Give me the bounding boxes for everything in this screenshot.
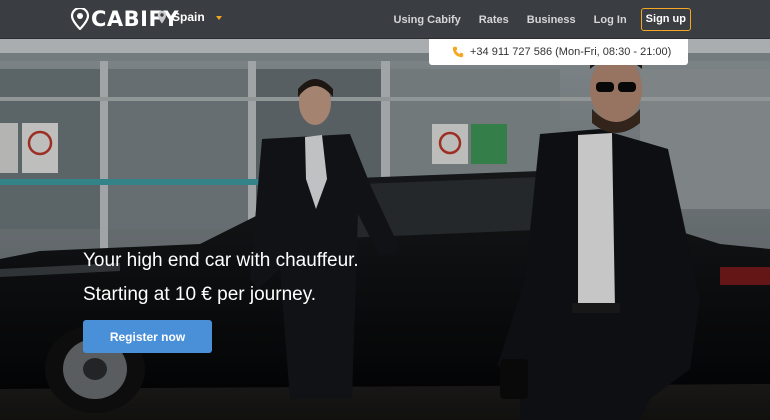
- top-navbar: CABIFY Spain Using Cabify Rates Business…: [0, 0, 770, 39]
- contact-phone-text: +34 911 727 586 (Mon-Fri, 08:30 - 21:00): [470, 46, 672, 58]
- region-label: Spain: [172, 10, 205, 24]
- main-nav: Using Cabify Rates Business Log In Sign …: [394, 0, 770, 39]
- nav-using-cabify[interactable]: Using Cabify: [394, 14, 461, 26]
- hero-subline: Starting at 10 € per journey.: [83, 284, 317, 305]
- region-selector[interactable]: Spain: [157, 10, 222, 24]
- nav-rates[interactable]: Rates: [479, 14, 509, 26]
- contact-phone-box: +34 911 727 586 (Mon-Fri, 08:30 - 21:00): [429, 39, 688, 65]
- logo-pin-icon: [70, 8, 90, 30]
- nav-login[interactable]: Log In: [594, 14, 627, 26]
- hero-section: Your high end car with chauffeur. Starti…: [0, 39, 770, 420]
- signup-button[interactable]: Sign up: [640, 8, 691, 31]
- hero-headline: Your high end car with chauffeur.: [83, 250, 359, 271]
- phone-icon: [452, 46, 464, 58]
- register-now-button[interactable]: Register now: [83, 320, 212, 353]
- chevron-down-icon: [215, 16, 222, 20]
- hero-background-image: [0, 39, 770, 420]
- nav-business[interactable]: Business: [527, 14, 576, 26]
- location-pin-icon: [157, 10, 167, 24]
